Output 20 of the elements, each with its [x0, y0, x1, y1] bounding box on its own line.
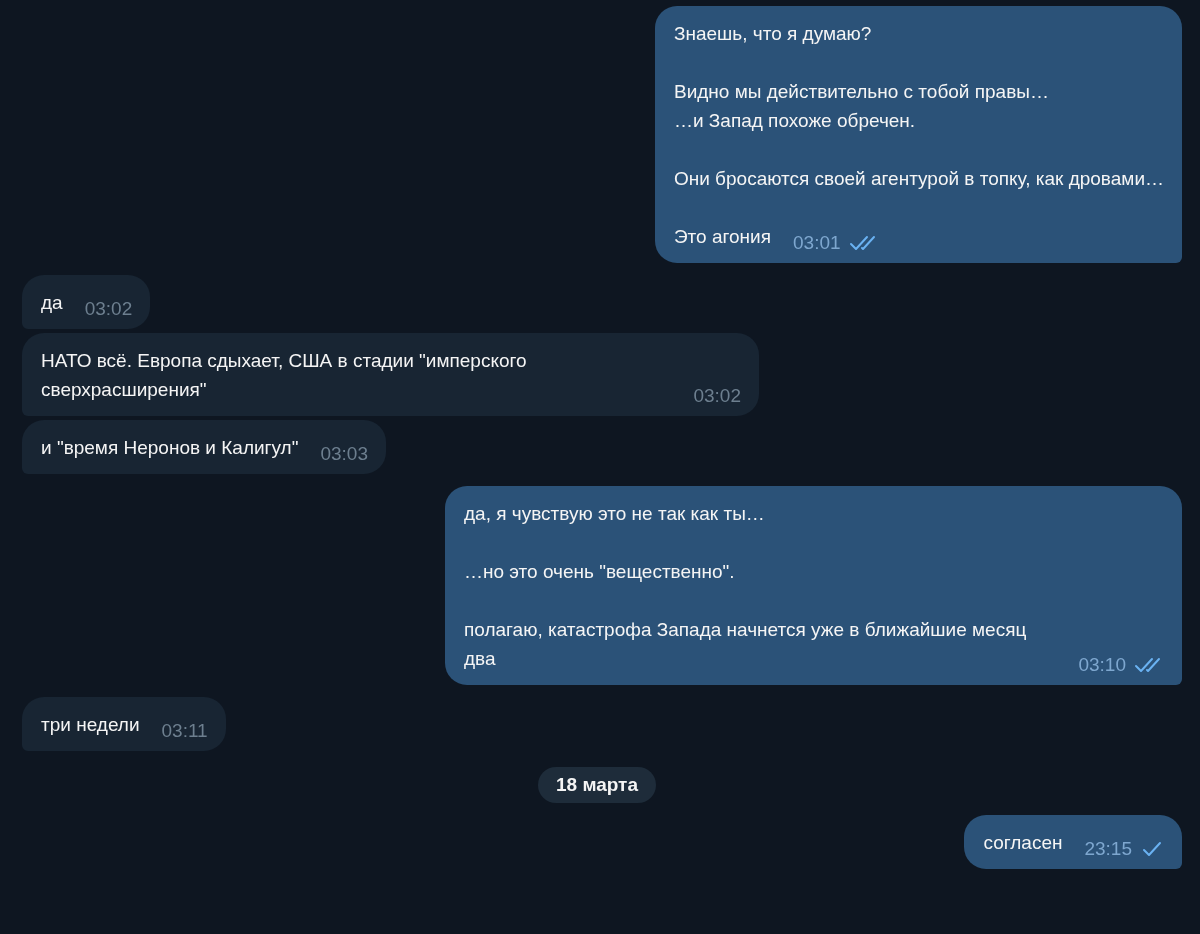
message-text: …но это очень "вещественно".	[464, 560, 736, 584]
message-text: согласен	[983, 831, 1063, 855]
date-separator: 18 марта	[538, 767, 656, 803]
message-time: 03:02	[84, 297, 133, 321]
message-time: 23:15	[1084, 837, 1132, 861]
message-time: 03:03	[320, 442, 368, 466]
message-text: Они бросаются своей агентурой в топку, как дровами…	[673, 167, 1164, 191]
message-text: полагаю, катастрофа Запада начнется уже в ближайшие месяц два	[464, 618, 1028, 671]
message-text: НАТО всё. Европа сдыхает, США в стадии "имперского сверхрасширения"	[41, 349, 528, 402]
message-text: Видно мы действительно с тобой правы… …и Запад похоже обречен.	[673, 80, 1050, 133]
message-time: 03:10	[1078, 653, 1126, 677]
message-time: 03:02	[693, 384, 741, 408]
message-text: и "время Неронов и Калигул"	[41, 436, 299, 460]
message-text: три недели	[41, 713, 140, 737]
message-time: 03:01	[793, 231, 841, 255]
message-text: да, я чувствую это не так как ты…	[464, 502, 766, 526]
message-text: да	[41, 291, 63, 315]
message-time: 03:11	[161, 719, 208, 743]
message-text: Это агония	[673, 225, 771, 249]
message-text: Знаешь, что я думаю?	[673, 22, 873, 46]
